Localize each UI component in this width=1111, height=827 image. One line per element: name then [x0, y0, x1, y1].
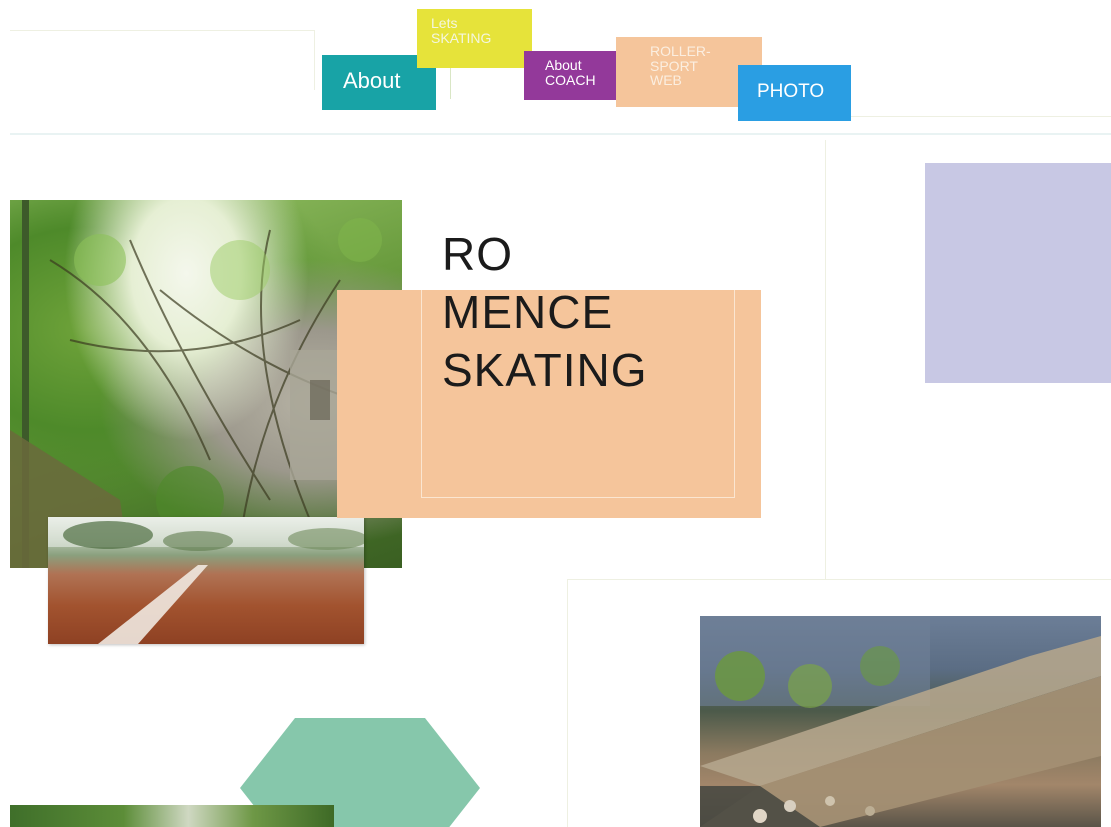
stairs-photo	[700, 616, 1101, 827]
track-lane-illustration	[48, 517, 364, 644]
hero-title-line3: SKATING	[442, 344, 648, 396]
nav-skating-label: SKATING	[431, 29, 492, 46]
nav-about-label: About	[343, 68, 401, 93]
header-frame-line	[314, 30, 315, 90]
nav-lets-label: Lets	[431, 15, 458, 31]
header-frame-line	[10, 30, 315, 31]
section-frame-line	[825, 140, 826, 580]
nav-photo-label: PHOTO	[757, 81, 825, 102]
hero-title-line1: RO	[442, 228, 513, 280]
trees-bottom-photo	[10, 805, 334, 827]
nav-roller-line1: ROLLER-	[650, 43, 711, 59]
stairs-illustration	[700, 616, 1101, 827]
lavender-block	[925, 163, 1111, 383]
hero-title: RO MENCE SKATING	[442, 225, 648, 399]
nav-photo-button[interactable]: PHOTO	[738, 65, 851, 121]
section-frame-line	[567, 579, 1111, 580]
track-photo	[48, 517, 364, 644]
header-divider	[10, 133, 1111, 135]
nav-lets-skating-button[interactable]: Lets SKATING	[417, 9, 532, 68]
section-frame-line	[567, 579, 568, 827]
nav-about-coach-button[interactable]: About COACH	[524, 51, 628, 100]
header-frame-line	[850, 116, 1111, 117]
hero-title-line2: MENCE	[442, 286, 614, 338]
